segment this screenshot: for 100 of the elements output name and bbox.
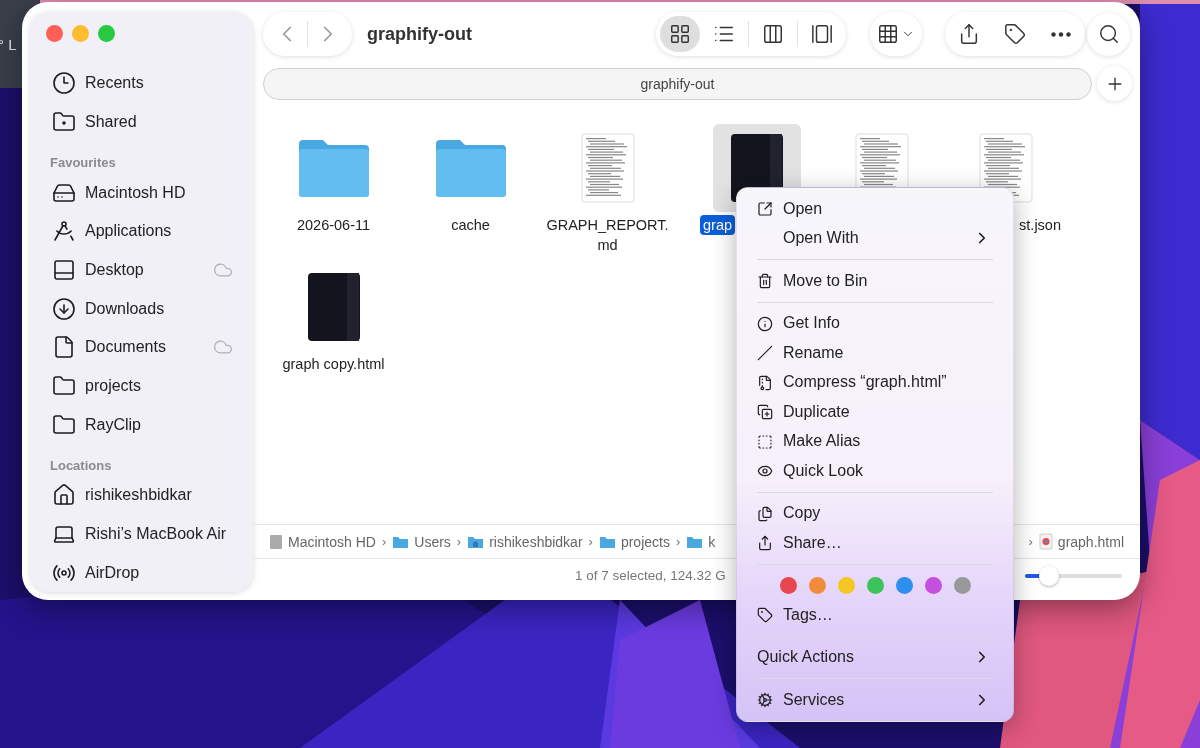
path-separator: › [381, 534, 387, 549]
tag-dot[interactable] [808, 576, 826, 594]
path-separator: › [675, 534, 681, 549]
tag-dot[interactable] [866, 576, 884, 594]
menu-item[interactable]: Tags… [737, 600, 1013, 630]
path-segment[interactable]: Macintosh HD [269, 533, 376, 550]
file-name: cache [451, 216, 490, 235]
desktop-icon [52, 257, 76, 282]
menu-item[interactable]: Open With [737, 223, 1013, 253]
menu-item[interactable]: Rename [737, 338, 1013, 368]
path-segment[interactable]: Users [392, 533, 451, 550]
menu-item[interactable]: Compress “graph.html” [737, 367, 1013, 397]
path-segment[interactable]: graph.html [1038, 533, 1124, 550]
menu-item[interactable]: Duplicate [737, 397, 1013, 427]
tag-dot[interactable] [837, 576, 855, 594]
menu-item[interactable]: Quick Look [737, 456, 1013, 486]
gallery-icon [811, 23, 833, 45]
zoom-button[interactable] [98, 25, 115, 43]
slider-thumb[interactable] [1039, 565, 1060, 586]
folder-icon [433, 138, 508, 198]
home-folder-icon [467, 534, 485, 549]
sidebar-heading: Favourites [50, 155, 117, 171]
menu-item[interactable]: Copy [737, 498, 1013, 528]
share-icon [757, 535, 773, 551]
search-icon [1097, 23, 1120, 45]
tag-dot[interactable] [953, 576, 971, 594]
archive-icon [757, 374, 773, 391]
sidebar-item[interactable]: Desktop [44, 250, 253, 290]
copy-icon [757, 505, 773, 522]
grid-icon [669, 23, 691, 45]
folder-icon [686, 534, 704, 549]
file-name: grap [700, 215, 736, 235]
folder-icon [598, 534, 616, 549]
ellipsis-icon [1051, 31, 1071, 37]
path-separator: › [588, 534, 593, 549]
trash-icon [757, 273, 773, 289]
document-icon [52, 335, 76, 360]
file-name: GRAPH_REPORT. md [546, 216, 669, 255]
search-button[interactable] [1087, 12, 1130, 56]
folder-icon [52, 412, 76, 437]
sidebar-item[interactable]: rishikeshbidkar [44, 476, 253, 515]
info-icon [757, 315, 773, 332]
sidebar-item[interactable]: projects [44, 366, 253, 406]
grid-icon [877, 23, 899, 45]
menu-item[interactable]: Make Alias [737, 426, 1013, 456]
download-icon [52, 296, 76, 321]
drive-icon [269, 533, 283, 550]
add-button[interactable] [1097, 66, 1132, 101]
path-separator: › [1028, 534, 1033, 549]
columns-icon [762, 23, 784, 45]
path-segment[interactable]: rishikeshbidkar [467, 533, 583, 550]
file-name: graph copy.html [282, 355, 385, 374]
sidebar-item[interactable]: Recents [44, 63, 253, 103]
gear-icon [757, 692, 773, 708]
folder-icon [52, 109, 76, 134]
view-button[interactable] [660, 16, 700, 52]
folder-icon [392, 534, 410, 549]
duplicate-icon [757, 404, 773, 420]
sidebar-heading: Locations [50, 458, 113, 473]
eye-icon [757, 463, 773, 479]
menu-item[interactable]: Get Info [737, 308, 1013, 338]
sidebar-item[interactable]: Macintosh HD [44, 173, 253, 212]
menu-item[interactable]: Open [737, 194, 1013, 224]
sidebar-item[interactable]: Applications [44, 211, 253, 251]
sidebar-item[interactable]: Shared [44, 102, 253, 142]
compass-icon [52, 219, 76, 244]
folder-icon [52, 373, 76, 398]
sidebar-item[interactable]: AirDrop [44, 553, 253, 592]
path-separator: › [456, 534, 462, 549]
sidebar-item[interactable]: Documents [44, 327, 253, 367]
menu-item[interactable]: Quick Actions [737, 642, 1013, 672]
tag-dot[interactable] [924, 576, 942, 594]
open-icon [757, 201, 773, 217]
tag-dot[interactable] [779, 576, 797, 594]
menu-item[interactable]: Move to Bin [737, 266, 1013, 296]
path-field[interactable]: graphify-out [263, 67, 1092, 100]
alias-icon [757, 433, 773, 450]
menu-item[interactable]: Services [737, 685, 1013, 715]
tag-icon [1004, 23, 1026, 45]
sidebar-item[interactable]: Rishi’s MacBook Air [44, 514, 253, 554]
file-name: st.json [1019, 216, 1061, 235]
document-thumbnail [306, 272, 361, 342]
document-thumbnail [580, 133, 635, 203]
zoom-slider[interactable] [1025, 565, 1122, 586]
house-icon [52, 483, 76, 508]
path-segment[interactable]: projects [598, 533, 670, 550]
status-text: 1 of 7 selected, 124.32 G [575, 568, 727, 583]
clock-icon [52, 71, 76, 96]
close-button[interactable] [46, 25, 63, 43]
sidebar-item[interactable]: RayClip [44, 405, 253, 444]
menu-item[interactable]: Share… [737, 528, 1013, 558]
window-title: graphify-out [367, 23, 473, 45]
share-icon [958, 23, 980, 45]
file-name: 2026-06-11 [296, 216, 371, 235]
sidebar-item[interactable]: Downloads [44, 289, 253, 328]
tag-dot[interactable] [895, 576, 913, 594]
path-segment[interactable]: k [686, 533, 716, 550]
tag-icon [757, 607, 773, 623]
folder-icon [296, 138, 371, 198]
web-file-icon [1038, 533, 1053, 550]
